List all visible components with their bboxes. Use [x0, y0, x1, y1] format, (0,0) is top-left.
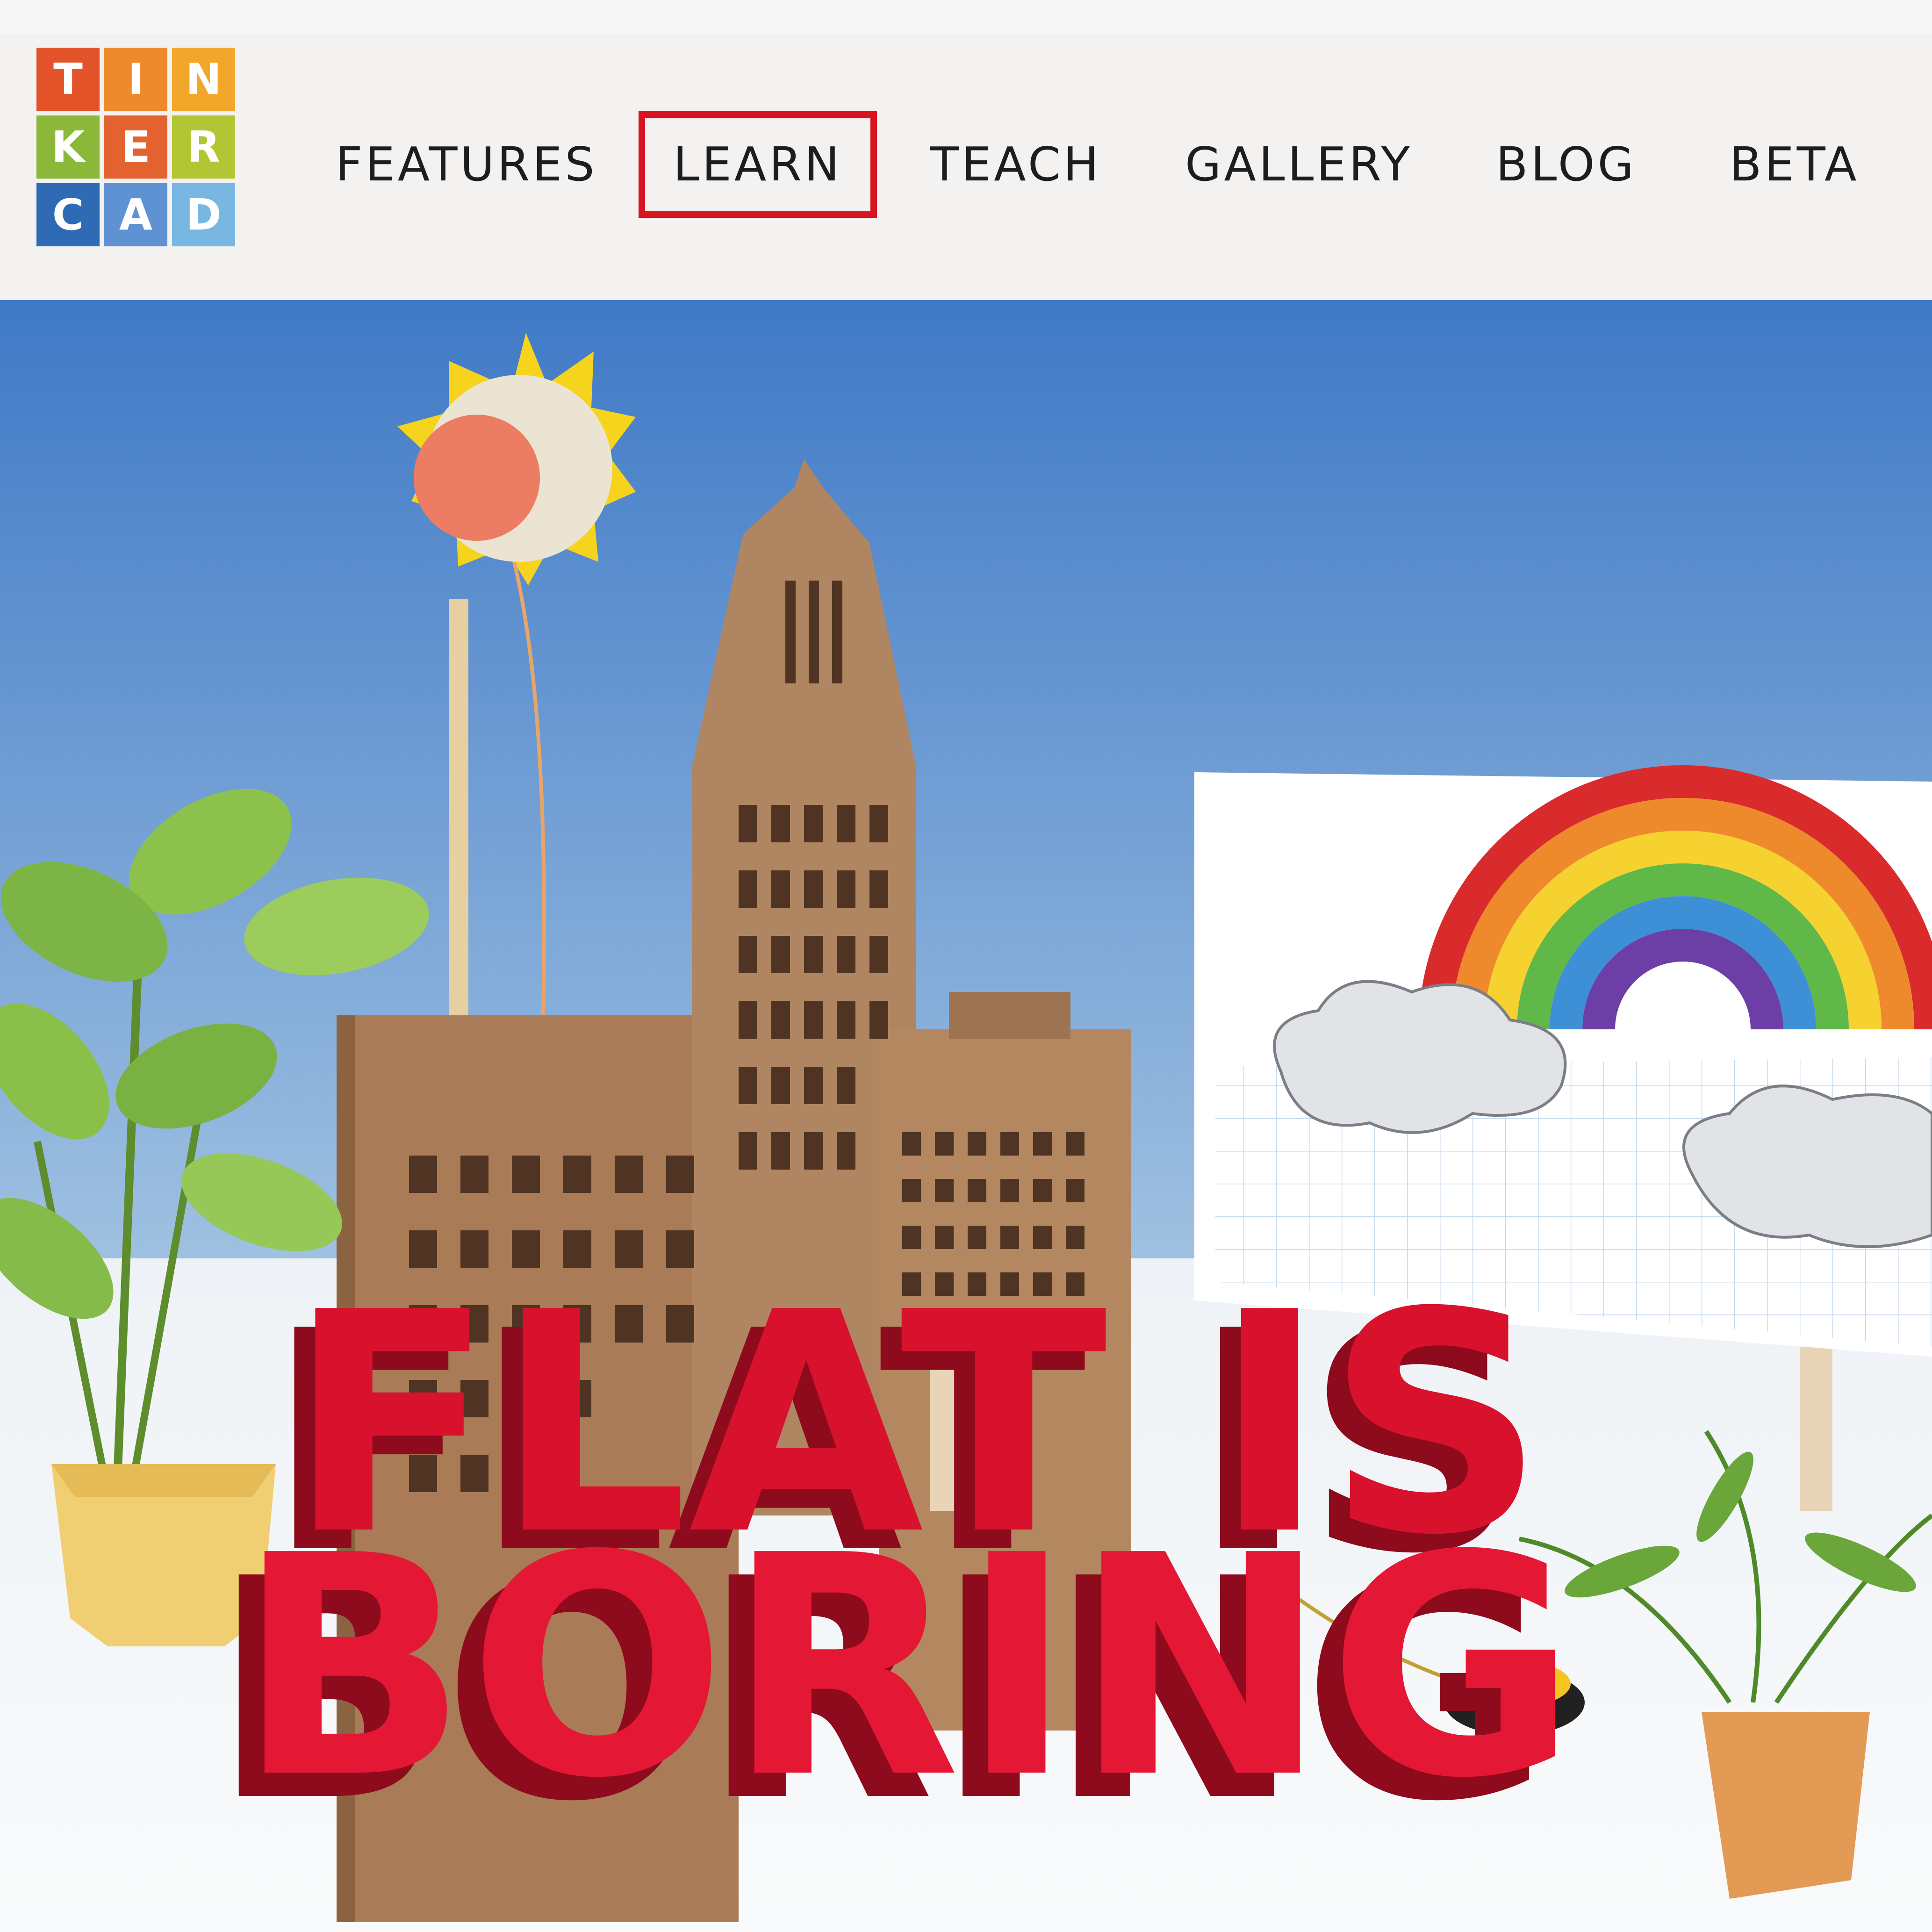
- nav-features[interactable]: FEATURES: [336, 136, 597, 193]
- hero-banner: FLAT IS FLAT IS BORING BORING: [0, 300, 1932, 1932]
- svg-text:BORING: BORING: [237, 1491, 1577, 1845]
- nav-teach[interactable]: TEACH: [930, 136, 1101, 193]
- nav-gallery[interactable]: GALLERY: [1185, 136, 1413, 193]
- nav-blog[interactable]: BLOG: [1496, 136, 1637, 193]
- hero-slogan: FLAT IS FLAT IS BORING BORING: [211, 1248, 1577, 1868]
- main-nav: FEATURES LEARN TEACH GALLERY BLOG BETA: [0, 33, 1932, 300]
- nav-beta[interactable]: BETA: [1730, 136, 1860, 193]
- site-header: T I N K E R C A D FEATURES LEARN TEACH G…: [0, 33, 1932, 300]
- hero-illustration: FLAT IS FLAT IS BORING BORING: [0, 300, 1932, 1932]
- top-strip: [0, 0, 1932, 33]
- nav-learn[interactable]: LEARN: [639, 111, 877, 218]
